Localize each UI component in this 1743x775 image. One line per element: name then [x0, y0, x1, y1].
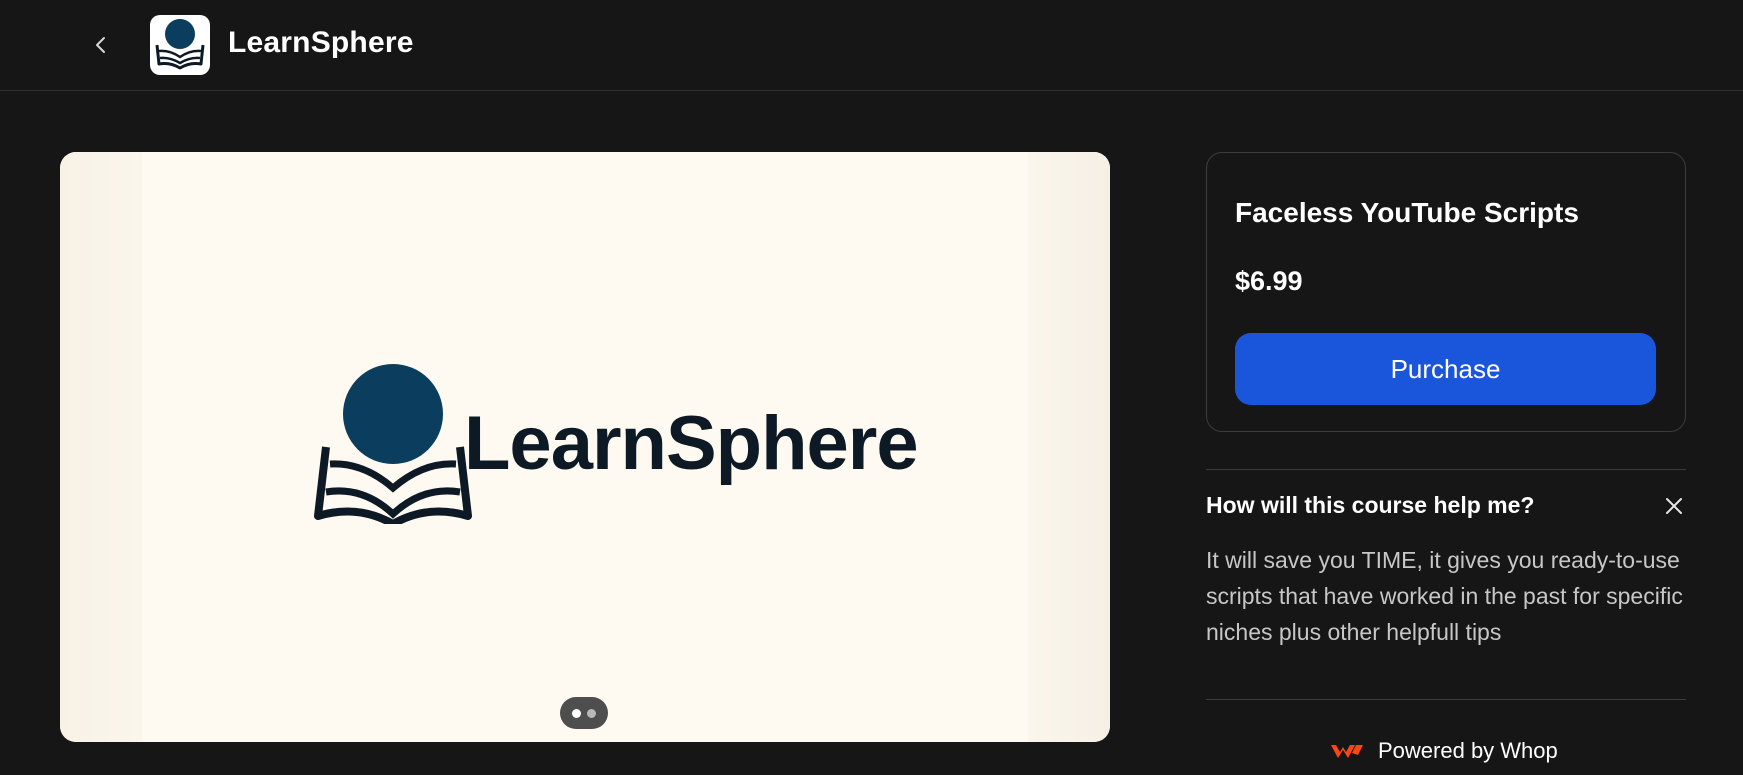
learnsphere-brand-icon	[314, 364, 472, 524]
product-price: $6.99	[1235, 266, 1303, 296]
faq-close-button[interactable]	[1662, 494, 1686, 518]
faq-question[interactable]: How will this course help me?	[1206, 492, 1534, 519]
chevron-left-icon	[96, 37, 105, 53]
carousel-dot-1[interactable]	[572, 708, 581, 718]
whop-logo-icon	[1331, 745, 1363, 758]
powered-by-whop-link[interactable]: Powered by Whop	[1330, 734, 1558, 768]
product-title: Faceless YouTube Scripts	[1235, 197, 1579, 228]
powered-by-label: Powered by Whop	[1378, 738, 1558, 763]
hero-edge-left	[60, 152, 142, 742]
faq-item: How will this course help me? It will sa…	[1206, 469, 1686, 700]
hero-edge-right	[1028, 152, 1110, 742]
carousel-dot-2[interactable]	[587, 708, 596, 718]
carousel-pagination[interactable]	[560, 697, 608, 729]
back-button[interactable]	[86, 30, 116, 60]
faq-answer: It will save you TIME, it gives you read…	[1206, 547, 1683, 645]
app-logo[interactable]	[150, 15, 210, 75]
hero-brand-name: LearnSphere	[464, 401, 919, 486]
app-title: LearnSphere	[228, 26, 414, 59]
close-icon	[1666, 498, 1682, 514]
purchase-card: Faceless YouTube Scripts $6.99 Purchase	[1206, 152, 1686, 432]
purchase-button[interactable]: Purchase	[1235, 333, 1656, 405]
top-bar: LearnSphere	[0, 0, 1743, 91]
product-image-carousel[interactable]: LearnSphere	[60, 152, 1110, 742]
learnsphere-logo-icon	[155, 19, 205, 70]
